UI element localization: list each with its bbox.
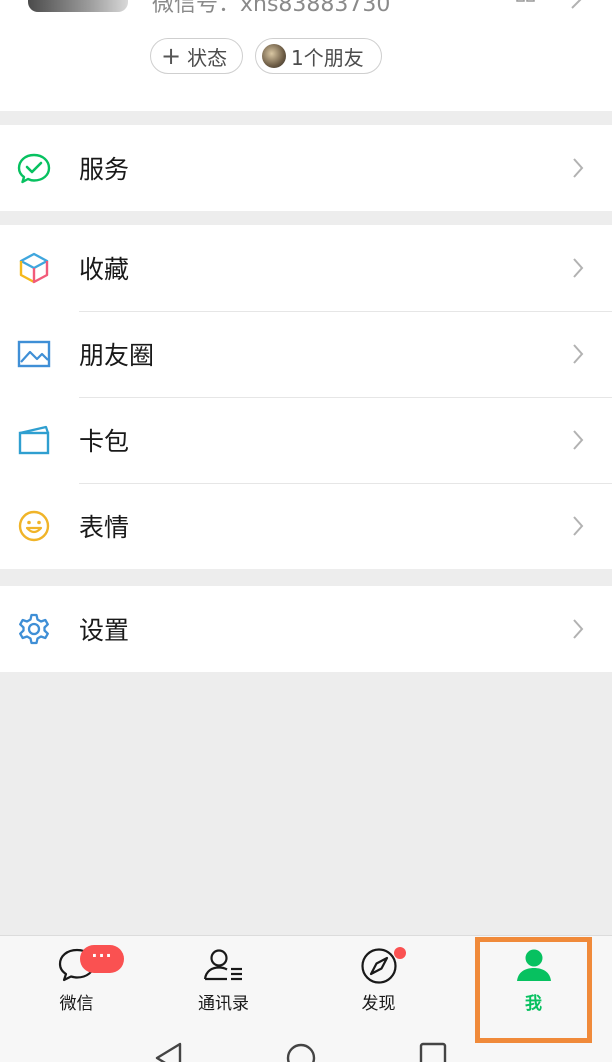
person-icon	[516, 949, 551, 981]
menu-item-stickers[interactable]: 表情	[0, 483, 612, 569]
tab-contacts[interactable]: 通讯录	[147, 936, 300, 1026]
menu-item-settings-label: 设置	[79, 616, 130, 645]
menu-section-service: 服务	[0, 125, 612, 211]
gear-icon	[17, 612, 51, 646]
chevron-right-icon	[573, 344, 584, 364]
chevron-right-icon	[573, 258, 584, 278]
compass-icon	[360, 948, 397, 984]
menu-item-favorites[interactable]: 收藏	[0, 225, 612, 311]
tab-me-label: 我	[525, 994, 542, 1014]
wallet-card-icon	[17, 423, 51, 457]
menu-item-cards-label: 卡包	[79, 427, 130, 456]
chevron-right-icon	[573, 430, 584, 450]
tab-me[interactable]: 我	[457, 936, 610, 1026]
chevron-right-icon	[571, 0, 582, 9]
unread-badge: ···	[80, 945, 124, 973]
friends-chip-label: 1个朋友	[291, 45, 364, 70]
home-icon[interactable]	[286, 1043, 316, 1062]
tab-chats-label: 微信	[59, 994, 94, 1014]
wechat-pay-icon	[17, 151, 51, 185]
status-chip-label: 状态	[187, 45, 228, 70]
menu-item-moments-label: 朋友圈	[79, 341, 155, 370]
favorites-cube-icon	[17, 251, 51, 285]
system-nav-bar	[155, 1042, 447, 1062]
discover-new-dot	[394, 947, 406, 959]
wechat-id: 微信号：xhs83883730	[152, 0, 391, 17]
menu-item-cards[interactable]: 卡包	[0, 397, 612, 483]
chevron-right-icon	[573, 158, 584, 178]
menu-section-main: 收藏 朋友圈 卡包 表情	[0, 225, 612, 569]
menu-item-favorites-label: 收藏	[79, 255, 130, 284]
tab-contacts-label: 通讯录	[198, 994, 249, 1014]
profile-header[interactable]: 微信号：xhs83883730 + 状态 1个朋友	[0, 0, 612, 111]
chevron-right-icon	[573, 516, 584, 536]
tab-chats[interactable]: ··· 微信	[0, 936, 153, 1026]
menu-item-moments[interactable]: 朋友圈	[0, 311, 612, 397]
recents-icon[interactable]	[419, 1042, 447, 1062]
user-avatar[interactable]	[28, 0, 128, 12]
menu-item-service-label: 服务	[79, 155, 130, 184]
qr-code-icon[interactable]	[516, 0, 536, 6]
smiley-icon	[17, 509, 51, 543]
plus-icon: +	[161, 42, 182, 70]
contacts-icon	[203, 949, 242, 981]
photo-icon	[17, 337, 51, 371]
tab-discover-label: 发现	[361, 994, 396, 1014]
back-icon[interactable]	[155, 1042, 182, 1062]
menu-section-settings: 设置	[0, 586, 612, 672]
tab-discover[interactable]: 发现	[302, 936, 455, 1026]
menu-item-stickers-label: 表情	[79, 513, 130, 542]
friend-avatar	[262, 44, 286, 68]
friends-chip[interactable]: 1个朋友	[255, 38, 382, 74]
chevron-right-icon	[573, 619, 584, 639]
menu-item-service[interactable]: 服务	[0, 125, 612, 211]
menu-item-settings[interactable]: 设置	[0, 586, 612, 672]
status-chip[interactable]: + 状态	[150, 38, 243, 74]
